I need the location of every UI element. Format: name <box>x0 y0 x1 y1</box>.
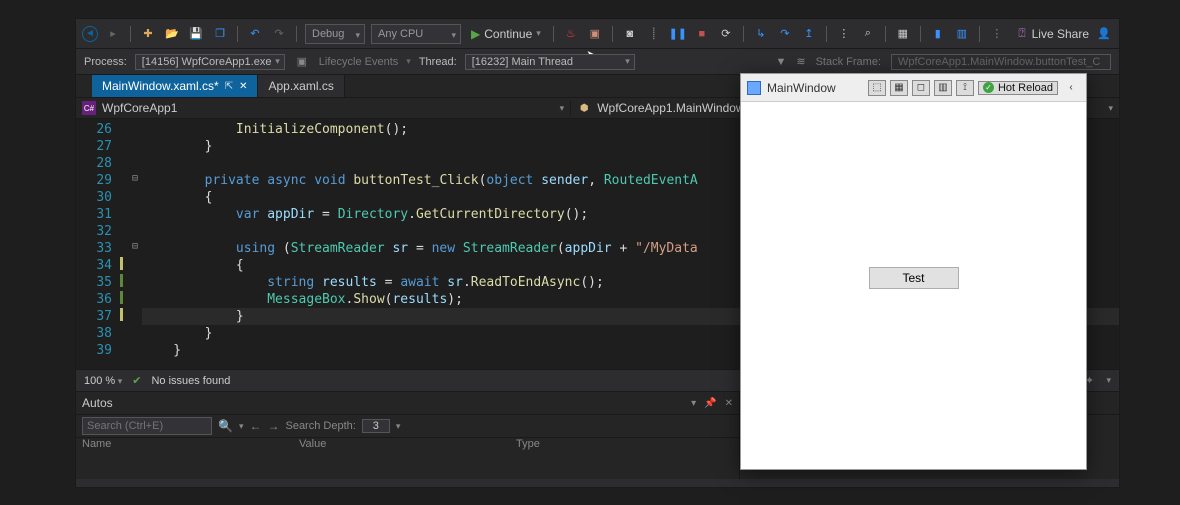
step-into-icon[interactable]: ↳ <box>752 25 770 43</box>
pause-sep-icon: ⸽ <box>645 25 663 43</box>
test-button[interactable]: Test <box>869 267 959 289</box>
grid-icon[interactable]: ▦ <box>894 25 912 43</box>
thread-combo[interactable]: [16232] Main Thread <box>465 54 635 70</box>
more-icon[interactable]: ⋮ <box>988 25 1006 43</box>
app-titlebar[interactable]: MainWindow ⬚ ▦ ◻ ▥ ⟟ ✓ Hot Reload ‹ <box>741 74 1086 102</box>
solution-platform-combo[interactable]: Any CPU <box>371 24 461 44</box>
running-app-window[interactable]: MainWindow ⬚ ▦ ◻ ▥ ⟟ ✓ Hot Reload ‹ Test <box>740 73 1087 470</box>
app-icon <box>747 81 761 95</box>
crumb-label: WpfCoreApp1 <box>102 101 177 115</box>
filter-icon[interactable]: ▼ <box>775 56 786 68</box>
play-icon: ▶ <box>471 27 480 41</box>
depth-input[interactable]: 3 <box>362 419 390 433</box>
debug-location-toolbar: Process: [14156] WpfCoreApp1.exe ▣ Lifec… <box>76 49 1119 75</box>
undo-icon[interactable]: ↶ <box>246 25 264 43</box>
tab-mainwindow[interactable]: MainWindow.xaml.cs* ⇱ ✕ <box>92 75 258 97</box>
close-icon[interactable]: ✕ <box>239 81 247 92</box>
open-icon[interactable]: 📂 <box>163 25 181 43</box>
pause-icon[interactable]: ❚❚ <box>669 25 687 43</box>
app-client-area[interactable]: Test <box>741 102 1086 469</box>
autos-columns: Name Value Type <box>76 438 739 458</box>
stackframe-label: Stack Frame: <box>816 56 881 68</box>
pin-icon[interactable]: ⇱ <box>225 81 233 92</box>
pin-icon[interactable]: 📌 <box>704 398 716 409</box>
fold-gutter[interactable]: ⊟⊟ <box>128 119 142 369</box>
nav-back-icon[interactable]: ◄ <box>82 26 98 42</box>
class-icon: ⬢ <box>577 101 591 115</box>
check-icon: ✓ <box>983 82 994 93</box>
solution-config-combo[interactable]: Debug <box>305 24 365 44</box>
step-out-icon[interactable]: ↥ <box>800 25 818 43</box>
breakpoint-window-icon[interactable]: ▣ <box>586 25 604 43</box>
ok-icon: ✔ <box>132 374 141 387</box>
search-input[interactable] <box>82 417 212 435</box>
depth-label: Search Depth: <box>285 420 355 432</box>
save-icon[interactable]: 💾 <box>187 25 205 43</box>
debug-overlay-toolbar: ⬚ ▦ ◻ ▥ ⟟ ✓ Hot Reload ‹ <box>868 80 1080 96</box>
autos-title: Autos <box>82 396 113 410</box>
restart-icon[interactable]: ⟳ <box>717 25 735 43</box>
crumb-label: WpfCoreApp1.MainWindow <box>597 101 744 115</box>
line-numbers: 2627282930313233343536373839 <box>76 119 118 369</box>
hot-reload-badge[interactable]: ✓ Hot Reload <box>978 81 1058 95</box>
tab-appxaml[interactable]: App.xaml.cs <box>258 75 344 97</box>
col-value[interactable]: Value <box>299 438 516 458</box>
issues-label[interactable]: No issues found <box>151 375 230 387</box>
nav-back-icon[interactable]: ← <box>249 419 261 433</box>
crumb-project[interactable]: C# WpfCoreApp1 <box>76 101 570 115</box>
liveshare-icon: ⍰ <box>1018 26 1025 41</box>
col-name[interactable]: Name <box>82 438 299 458</box>
hot-reload-label: Hot Reload <box>998 82 1053 94</box>
nav-fwd-icon[interactable]: → <box>267 419 279 433</box>
continue-label: Continue <box>484 27 532 41</box>
threads-icon[interactable]: ≋ <box>796 55 805 68</box>
thread-label: Thread: <box>419 56 457 68</box>
search-icon[interactable]: 🔍 <box>218 419 233 433</box>
lifecycle-label[interactable]: Lifecycle Events <box>319 56 398 68</box>
stackframe-combo[interactable]: WpfCoreApp1.MainWindow.buttonTest_C <box>891 54 1111 70</box>
view-tree-icon[interactable]: ▥ <box>934 80 952 96</box>
app-title: MainWindow <box>767 81 836 95</box>
nav-fwd-icon[interactable]: ▸ <box>104 25 122 43</box>
zoom-combo[interactable]: 100 % <box>84 375 122 387</box>
save-all-icon[interactable]: ❐ <box>211 25 229 43</box>
process-combo[interactable]: [14156] WpfCoreApp1.exe <box>135 54 285 70</box>
process-label: Process: <box>84 56 127 68</box>
col-type[interactable]: Type <box>516 438 733 458</box>
lifecycle-icon[interactable]: ▣ <box>293 53 311 71</box>
new-item-icon[interactable]: ✚ <box>139 25 157 43</box>
layout-icon-1[interactable]: ▮ <box>929 25 947 43</box>
tab-label: App.xaml.cs <box>268 79 333 93</box>
autos-search-bar: 🔍▾ ← → Search Depth: 3 ▾ <box>76 414 739 438</box>
collapse-icon[interactable]: ‹ <box>1062 80 1080 96</box>
select-element-icon[interactable]: ⬚ <box>868 80 886 96</box>
autos-panel: Autos ▾ 📌 ✕ 🔍▾ ← → Search Depth: 3 ▾ Nam… <box>76 391 739 479</box>
main-toolbar: ◄ ▸ ✚ 📂 💾 ❐ ↶ ↷ Debug Any CPU ▶ Continue… <box>76 19 1119 49</box>
liveshare-button[interactable]: Live Share <box>1032 27 1089 41</box>
close-icon[interactable]: ✕ <box>725 398 733 409</box>
redo-icon[interactable]: ↷ <box>270 25 288 43</box>
hot-reload-icon[interactable]: ♨ <box>562 25 580 43</box>
stop-icon[interactable]: ■ <box>693 25 711 43</box>
dropdown-icon[interactable]: ▾ <box>691 398 696 409</box>
change-markers <box>118 119 128 369</box>
scan-icon[interactable]: ⟟ <box>956 80 974 96</box>
continue-button[interactable]: ▶ Continue ▾ <box>467 27 545 41</box>
layout-icon[interactable]: ▦ <box>890 80 908 96</box>
csharp-icon: C# <box>82 101 96 115</box>
layout-icon-2[interactable]: ▥ <box>953 25 971 43</box>
user-icon[interactable]: 👤 <box>1095 25 1113 43</box>
screenshot-icon[interactable]: ◙ <box>621 25 639 43</box>
toolbox-icon[interactable]: ⋮ <box>835 25 853 43</box>
step-over-icon[interactable]: ↷ <box>776 25 794 43</box>
tab-label: MainWindow.xaml.cs* <box>102 79 219 93</box>
track-focus-icon[interactable]: ◻ <box>912 80 930 96</box>
find-icon[interactable]: ⌕ <box>859 25 877 43</box>
